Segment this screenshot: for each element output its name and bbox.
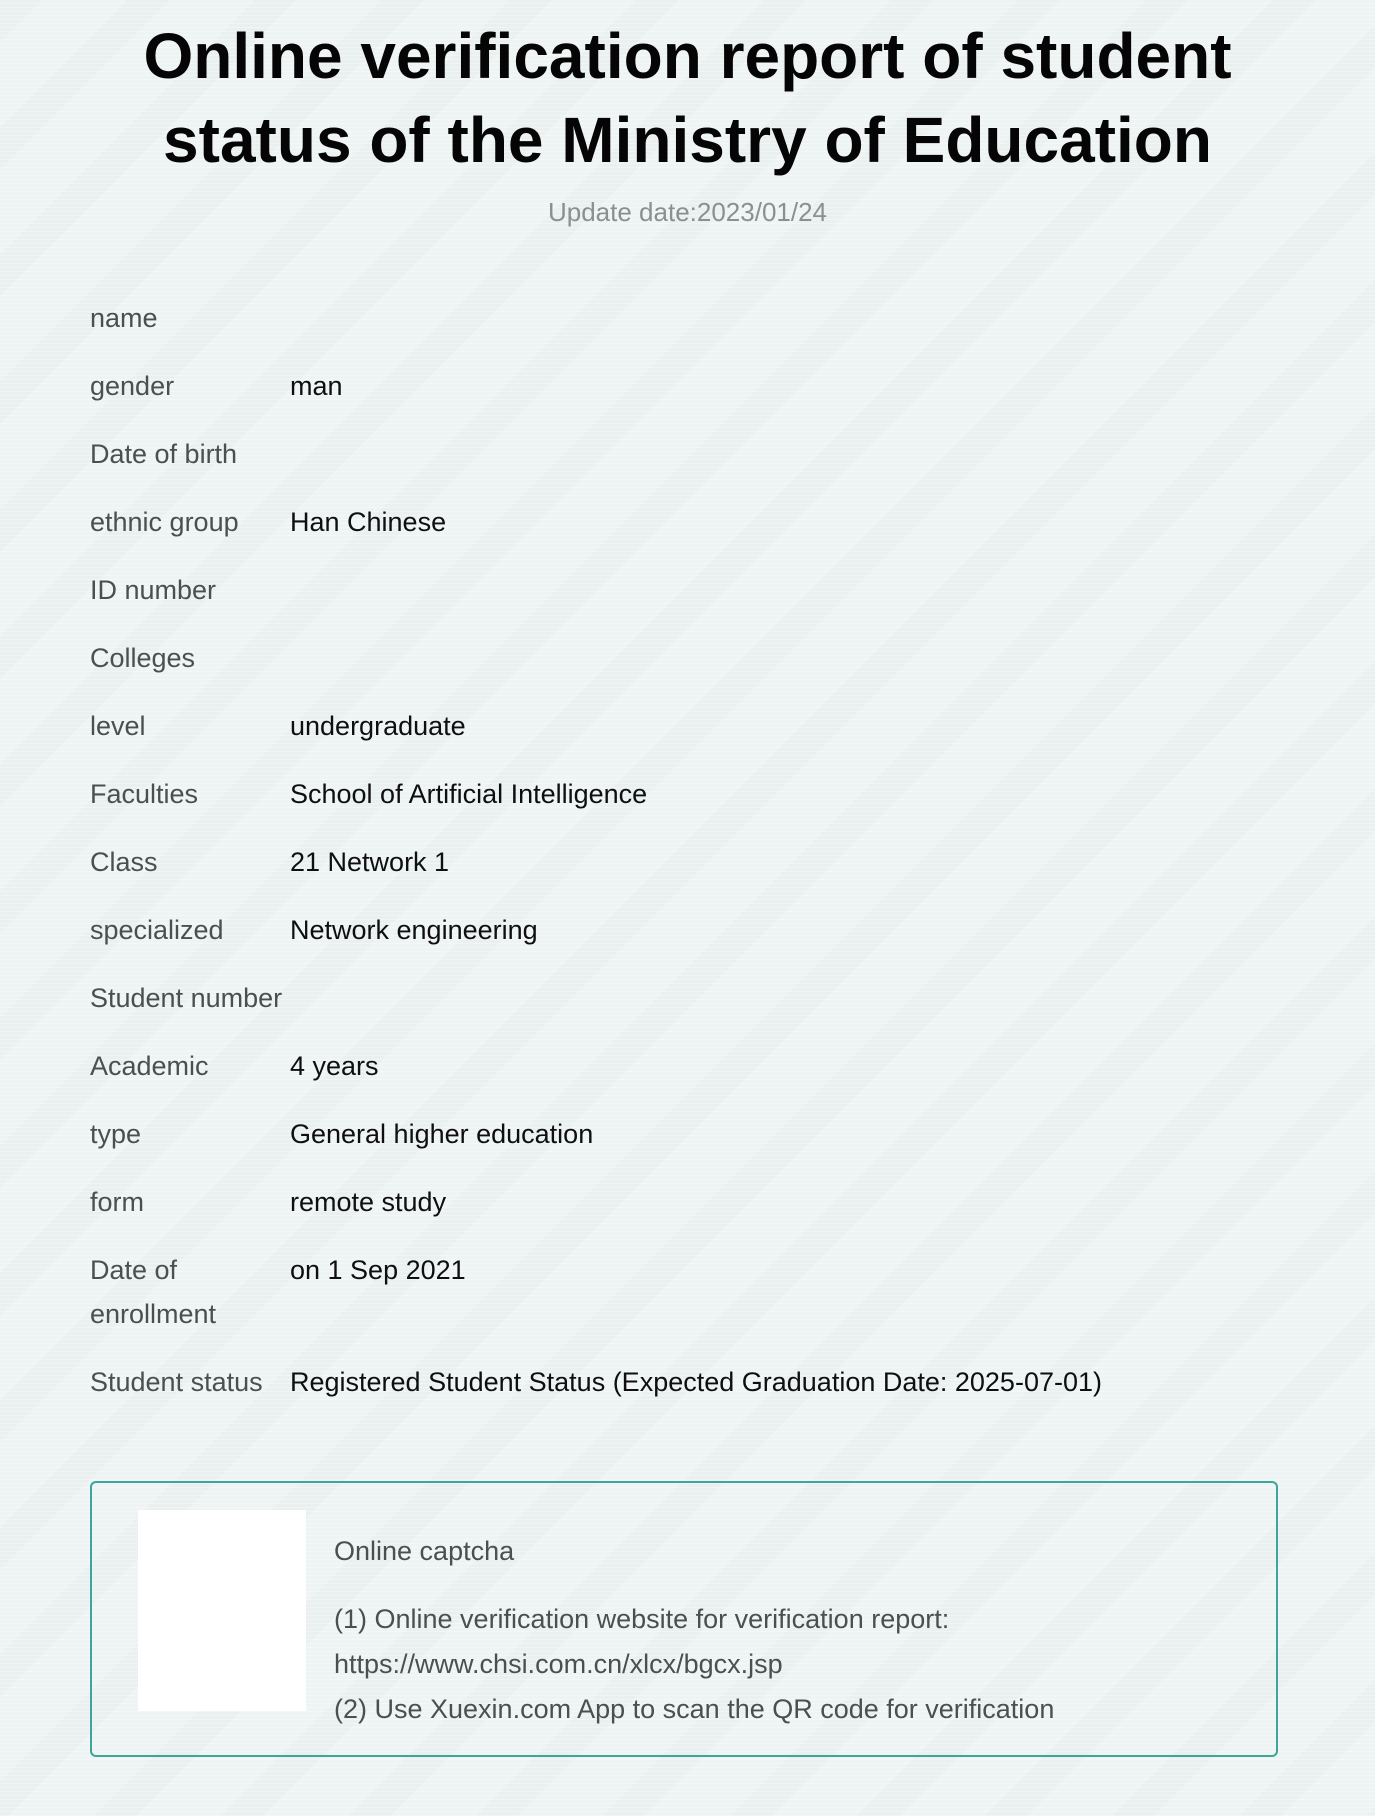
report-title-line-2: status of the Ministry of Education <box>163 104 1212 176</box>
verification-url[interactable]: https://www.chsi.com.cn/xlcx/bgcx.jsp <box>334 1642 1054 1687</box>
field-label: gender <box>90 371 175 401</box>
field-academic: Academic 4 years <box>90 1044 1290 1112</box>
field-label-line-1: Date of <box>90 1255 178 1285</box>
field-value: General higher education <box>290 1119 594 1149</box>
report-page: Online verification report of student st… <box>0 0 1375 1816</box>
field-label: Faculties <box>90 779 199 809</box>
field-value: School of Artificial Intelligence <box>290 779 648 809</box>
field-label: type <box>90 1119 142 1149</box>
verification-line-1: (1) Online verification website for veri… <box>334 1604 950 1634</box>
field-label: form <box>90 1187 144 1217</box>
qr-code-placeholder[interactable] <box>138 1510 306 1711</box>
field-date-of-birth: Date of birth <box>90 432 1290 500</box>
field-form: form remote study <box>90 1180 1290 1248</box>
field-value: Network engineering <box>290 915 538 945</box>
field-label: Date of birth <box>90 439 238 469</box>
field-label: Colleges <box>90 643 196 673</box>
field-level: level undergraduate <box>90 704 1290 772</box>
student-info-list: name gender man Date of birth ethnic gro… <box>90 296 1290 1428</box>
field-label: specialized <box>90 915 224 945</box>
field-specialized: specialized Network engineering <box>90 908 1290 976</box>
field-label: Class <box>90 847 158 877</box>
field-colleges: Colleges <box>90 636 1290 704</box>
field-id-number: ID number <box>90 568 1290 636</box>
field-value: undergraduate <box>290 711 466 741</box>
field-gender: gender man <box>90 364 1290 432</box>
field-ethnic-group: ethnic group Han Chinese <box>90 500 1290 568</box>
field-class: Class 21 Network 1 <box>90 840 1290 908</box>
field-value: man <box>290 371 343 401</box>
captcha-title: Online captcha <box>334 1536 515 1566</box>
field-value: Han Chinese <box>290 507 447 537</box>
field-type: type General higher education <box>90 1112 1290 1180</box>
field-value: 4 years <box>290 1051 379 1081</box>
field-student-status: Student status Registered Student Status… <box>90 1360 1290 1428</box>
verification-instructions: (1) Online verification website for veri… <box>334 1597 1054 1732</box>
field-value: Registered Student Status (Expected Grad… <box>290 1367 1102 1397</box>
verification-box: Online captcha (1) Online verification w… <box>90 1481 1278 1757</box>
field-label: ID number <box>90 575 217 605</box>
field-value: on 1 Sep 2021 <box>290 1255 466 1285</box>
report-title-line-1: Online verification report of student <box>143 20 1232 92</box>
field-value: remote study <box>290 1187 447 1217</box>
field-value: 21 Network 1 <box>290 847 450 877</box>
field-label: ethnic group <box>90 507 239 537</box>
field-label-line-2: enrollment <box>90 1299 217 1329</box>
field-label: Academic <box>90 1051 209 1081</box>
field-label: name <box>90 303 158 333</box>
field-label: Student number <box>90 983 283 1013</box>
field-name: name <box>90 296 1290 364</box>
field-faculties: Faculties School of Artificial Intellige… <box>90 772 1290 840</box>
verification-line-2: (2) Use Xuexin.com App to scan the QR co… <box>334 1694 1055 1724</box>
report-title: Online verification report of student st… <box>0 14 1375 182</box>
field-student-number: Student number <box>90 976 1290 1044</box>
update-date: Update date:2023/01/24 <box>547 197 828 227</box>
field-label: Student status <box>90 1367 263 1397</box>
field-label: Date of enrollment <box>90 1248 295 1336</box>
field-date-of-enrollment: Date of enrollment on 1 Sep 2021 <box>90 1248 1290 1360</box>
field-label: level <box>90 711 146 741</box>
